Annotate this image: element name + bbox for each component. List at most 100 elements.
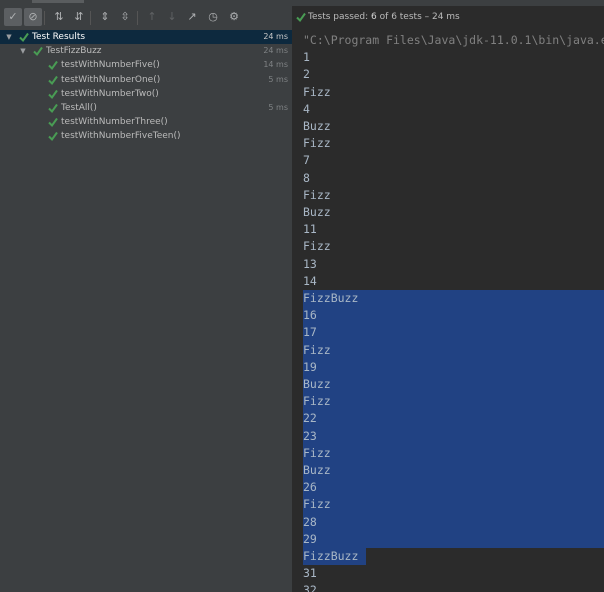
console-line: Buzz bbox=[303, 119, 331, 133]
console-line: Fizz bbox=[303, 394, 331, 409]
console-line: Fizz bbox=[303, 187, 331, 202]
passed-check-icon bbox=[33, 47, 43, 57]
console-line: 16 bbox=[303, 308, 317, 323]
status-suffix: of 6 tests – 24 ms bbox=[379, 12, 460, 22]
console-line: 29 bbox=[303, 531, 317, 546]
console-line: 31 bbox=[303, 566, 317, 581]
tree-item-label: testWithNumberFiveTeen() bbox=[61, 131, 181, 142]
toolbar-separator bbox=[44, 11, 45, 25]
console-line: FizzBuzz bbox=[303, 291, 359, 305]
status-prefix: Tests passed: bbox=[308, 12, 369, 22]
console-output[interactable]: "C:\Program Files\Java\jdk-11.0.1\bin\ja… bbox=[293, 30, 604, 592]
tree-test-item[interactable]: testWithNumberThree() bbox=[0, 115, 292, 129]
test-results-panel: ✓ ⊘ ⇅ ⇵ ⇕ ⇳ ↑ ↓ ↗ ◷ ⚙ ▼ Test Results 24 ms ▼ TestFizzB… bbox=[0, 6, 292, 592]
console-line: Fizz bbox=[303, 342, 331, 357]
console-line: 4 bbox=[303, 101, 310, 116]
console-line: 7 bbox=[303, 153, 310, 168]
settings-button[interactable]: ⚙ bbox=[225, 8, 243, 26]
collapse-all-icon: ⇳ bbox=[120, 10, 130, 23]
text-selection bbox=[303, 290, 604, 548]
tree-item-duration: 5 ms bbox=[268, 103, 288, 112]
console-line: Buzz bbox=[303, 205, 331, 219]
passed-check-icon bbox=[48, 61, 58, 71]
passed-check-icon bbox=[48, 132, 58, 142]
console-line: 11 bbox=[303, 222, 317, 237]
console-line: 28 bbox=[303, 514, 317, 529]
tree-item-duration: 24 ms bbox=[263, 32, 288, 41]
tree-test-item[interactable]: testWithNumberFiveTeen() bbox=[0, 129, 292, 143]
console-line: 2 bbox=[303, 67, 310, 82]
sort-alphabetically-button[interactable]: ⇅ bbox=[50, 8, 68, 26]
passed-check-icon bbox=[48, 103, 58, 114]
next-failed-test-button[interactable]: ↓ bbox=[163, 8, 181, 26]
previous-failed-test-icon: ↑ bbox=[147, 10, 157, 23]
show-ignored-icon: ⊘ bbox=[28, 10, 38, 23]
console-line: 13 bbox=[303, 256, 317, 271]
tree-test-item[interactable]: testWithNumberTwo() bbox=[0, 87, 292, 101]
console-line: 22 bbox=[303, 411, 317, 426]
tree-item-duration: 5 ms bbox=[268, 74, 288, 84]
tree-item-label: testWithNumberOne() bbox=[61, 74, 161, 85]
passed-check-icon bbox=[19, 32, 29, 43]
sort-by-duration-button[interactable]: ⇵ bbox=[70, 8, 88, 26]
tree-root-item[interactable]: ▼ Test Results 24 ms bbox=[0, 30, 292, 44]
tree-item-label: testWithNumberThree() bbox=[61, 117, 168, 128]
export-results-icon: ↗ bbox=[187, 10, 197, 23]
test-toolbar: ✓ ⊘ ⇅ ⇵ ⇕ ⇳ ↑ ↓ ↗ ◷ ⚙ bbox=[0, 6, 292, 31]
test-history-icon: ◷ bbox=[208, 10, 218, 23]
console-line: 17 bbox=[303, 325, 317, 340]
tree-item-label: TestFizzBuzz bbox=[46, 46, 102, 57]
collapse-all-button[interactable]: ⇳ bbox=[116, 8, 134, 26]
show-passed-icon: ✓ bbox=[8, 10, 18, 23]
tree-suite-item[interactable]: ▼ TestFizzBuzz 24 ms bbox=[0, 44, 292, 58]
tree-item-label: testWithNumberTwo() bbox=[61, 88, 159, 99]
tree-item-duration: 14 ms bbox=[263, 60, 288, 70]
console-line: Buzz bbox=[303, 377, 331, 391]
test-status-bar: Tests passed: 6 of 6 tests – 24 ms bbox=[293, 6, 604, 30]
console-panel: Tests passed: 6 of 6 tests – 24 ms "C:\P… bbox=[293, 6, 604, 592]
console-line: Fizz bbox=[303, 497, 331, 512]
toolbar-separator bbox=[90, 11, 91, 25]
sort-by-duration-icon: ⇵ bbox=[74, 10, 84, 23]
expand-all-button[interactable]: ⇕ bbox=[96, 8, 114, 26]
console-line: 1 bbox=[303, 50, 310, 65]
console-line: FizzBuzz bbox=[303, 549, 359, 563]
sort-alphabetically-icon: ⇅ bbox=[54, 10, 64, 23]
console-line: Fizz bbox=[303, 239, 331, 254]
settings-icon: ⚙ bbox=[229, 10, 239, 23]
show-ignored-button[interactable]: ⊘ bbox=[24, 8, 42, 26]
expand-all-icon: ⇕ bbox=[100, 10, 110, 23]
status-passed-count: 6 bbox=[371, 12, 377, 22]
tree-test-item[interactable]: testWithNumberOne() 5 ms bbox=[0, 73, 292, 87]
passed-check-icon bbox=[48, 118, 58, 128]
console-line: 8 bbox=[303, 170, 310, 185]
console-line: Fizz bbox=[303, 84, 331, 99]
export-results-button[interactable]: ↗ bbox=[183, 8, 201, 26]
title-stub bbox=[32, 0, 84, 3]
console-line: 23 bbox=[303, 428, 317, 443]
status-text: Tests passed: 6 of 6 tests – 24 ms bbox=[308, 6, 460, 28]
tree-item-label: testWithNumberFive() bbox=[61, 60, 160, 71]
console-line: 19 bbox=[303, 359, 317, 374]
console-line: 32 bbox=[303, 583, 317, 592]
console-line: Fizz bbox=[303, 445, 331, 460]
passed-check-icon bbox=[48, 75, 58, 85]
tree-test-item[interactable]: testWithNumberFive() 14 ms bbox=[0, 58, 292, 72]
console-command-line: "C:\Program Files\Java\jdk-11.0.1\bin\ja… bbox=[303, 33, 604, 47]
test-history-button[interactable]: ◷ bbox=[204, 8, 222, 26]
console-line: 26 bbox=[303, 480, 317, 495]
expand-arrow-icon[interactable]: ▼ bbox=[18, 44, 28, 58]
console-line: Buzz bbox=[303, 463, 331, 477]
passed-check-icon bbox=[48, 89, 58, 99]
show-passed-button[interactable]: ✓ bbox=[4, 8, 22, 26]
tree-item-label: TestAll() bbox=[61, 103, 97, 113]
toolbar-separator bbox=[137, 11, 138, 25]
tree-item-duration: 24 ms bbox=[263, 46, 288, 56]
tree-test-item[interactable]: TestAll() 5 ms bbox=[0, 101, 292, 115]
console-line: Fizz bbox=[303, 136, 331, 151]
previous-failed-test-button[interactable]: ↑ bbox=[143, 8, 161, 26]
passed-check-icon bbox=[296, 12, 306, 23]
console-line: 14 bbox=[303, 273, 317, 288]
next-failed-test-icon: ↓ bbox=[167, 10, 177, 23]
expand-arrow-icon[interactable]: ▼ bbox=[4, 30, 14, 44]
